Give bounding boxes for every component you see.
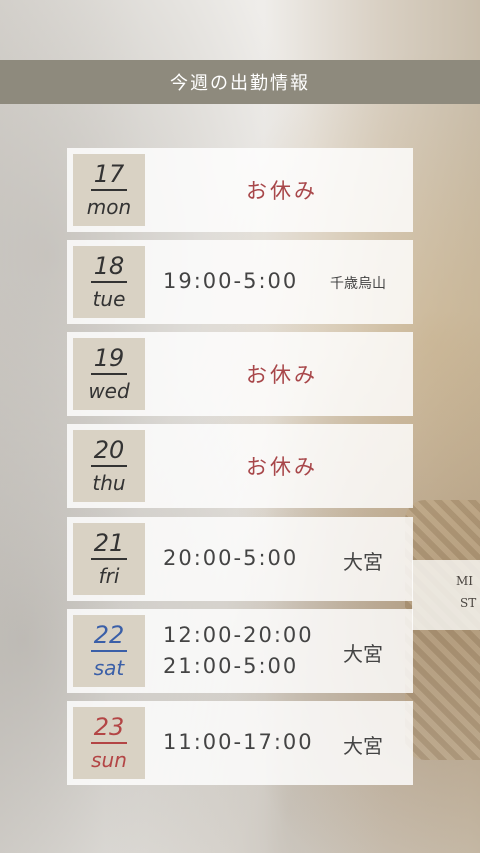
background-card-line2: ST	[460, 596, 477, 610]
date-weekday: sun	[91, 748, 127, 772]
shift-time: 19:00-5:00	[163, 269, 299, 293]
day-off-label: お休み	[246, 363, 318, 387]
title-bar: 今週の出勤情報	[0, 60, 480, 104]
day-off-label: お休み	[246, 179, 318, 203]
shift-time: 12:00-20:00	[163, 623, 314, 647]
date-box: 17 mon	[73, 154, 145, 226]
schedule-row-tue: 18 tue 19:00-5:00 千歳烏山	[67, 240, 413, 324]
schedule-row-sun: 23 sun 11:00-17:00 大宮	[67, 701, 413, 785]
date-number: 22	[93, 621, 125, 649]
date-number: 20	[93, 436, 125, 464]
date-box: 22 sat	[73, 615, 145, 687]
date-weekday: sat	[93, 656, 125, 680]
date-divider	[91, 281, 127, 283]
shift-location: 千歳烏山	[330, 276, 386, 292]
shift-time: 21:00-5:00	[163, 654, 299, 678]
background-card: MI ST	[412, 560, 480, 630]
date-box: 21 fri	[73, 523, 145, 595]
schedule-row-thu: 20 thu お休み	[67, 424, 413, 508]
date-number: 17	[93, 160, 125, 188]
date-weekday: wed	[88, 379, 130, 403]
schedule-row-wed: 19 wed お休み	[67, 332, 413, 416]
date-divider	[91, 465, 127, 467]
shift-time: 11:00-17:00	[163, 730, 314, 754]
date-divider	[91, 189, 127, 191]
background-card-line1: MI	[456, 574, 474, 588]
date-number: 19	[93, 344, 125, 372]
date-number: 18	[93, 252, 125, 280]
date-weekday: thu	[92, 471, 126, 495]
date-weekday: mon	[86, 195, 132, 219]
background-basket	[405, 500, 480, 760]
day-off-label: お休み	[246, 455, 318, 479]
date-box: 19 wed	[73, 338, 145, 410]
date-weekday: tue	[92, 287, 126, 311]
date-box: 18 tue	[73, 246, 145, 318]
date-divider	[91, 742, 127, 744]
schedule-row-sat: 22 sat 12:00-20:00 21:00-5:00 大宮	[67, 609, 413, 693]
schedule-row-fri: 21 fri 20:00-5:00 大宮	[67, 517, 413, 601]
shift-location: 大宮	[343, 642, 383, 666]
date-divider	[91, 373, 127, 375]
date-box: 23 sun	[73, 707, 145, 779]
schedule-row-mon: 17 mon お休み	[67, 148, 413, 232]
date-number: 21	[93, 529, 125, 557]
shift-time: 20:00-5:00	[163, 546, 299, 570]
date-divider	[91, 650, 127, 652]
date-weekday: fri	[98, 564, 120, 588]
shift-location: 大宮	[343, 734, 383, 758]
shift-location: 大宮	[343, 550, 383, 574]
date-number: 23	[93, 713, 125, 741]
date-divider	[91, 558, 127, 560]
date-box: 20 thu	[73, 430, 145, 502]
page-title: 今週の出勤情報	[170, 73, 310, 94]
